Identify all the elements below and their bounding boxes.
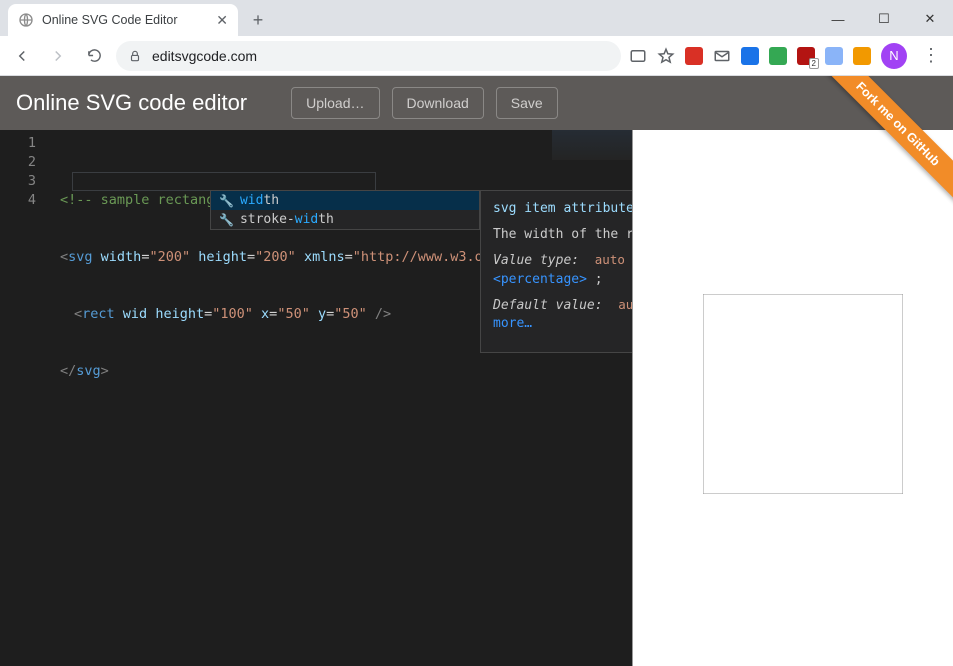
extension-icon[interactable] xyxy=(685,47,703,65)
app-title: Online SVG code editor xyxy=(16,90,247,116)
tab-title: Online SVG Code Editor xyxy=(42,13,178,27)
window-maximize-button[interactable]: ☐ xyxy=(861,2,907,36)
arrow-left-icon xyxy=(13,47,31,65)
code-line: <rect wid height="100" x="50" y="50" /> xyxy=(60,305,552,324)
line-gutter: 1 2 3 4 xyxy=(0,130,50,210)
line-number: 4 xyxy=(0,191,36,210)
code-area[interactable]: <!-- sample rectangle --> <svg width="20… xyxy=(60,134,552,419)
wrench-icon: 🔧 xyxy=(219,194,234,208)
line-number: 3 xyxy=(0,172,36,191)
extension-icon[interactable]: 2 xyxy=(797,47,815,65)
cast-icon[interactable] xyxy=(629,47,647,65)
extension-icon[interactable] xyxy=(825,47,843,65)
browser-titlebar: Online SVG Code Editor ✕ + — ☐ ✕ xyxy=(0,0,953,36)
nav-back-button[interactable] xyxy=(8,42,36,70)
tab-close-icon[interactable]: ✕ xyxy=(216,13,228,27)
line-number: 2 xyxy=(0,153,36,172)
svg-preview-pane xyxy=(632,130,953,666)
lock-icon xyxy=(128,49,142,63)
nav-forward-button[interactable] xyxy=(44,42,72,70)
star-icon[interactable] xyxy=(657,47,675,65)
arrow-right-icon xyxy=(49,47,67,65)
window-minimize-button[interactable]: — xyxy=(815,2,861,36)
browser-tab[interactable]: Online SVG Code Editor ✕ xyxy=(8,4,238,36)
code-editor[interactable]: 1 2 3 4 <!-- sample rectangle --> <svg w… xyxy=(0,130,632,666)
nav-reload-button[interactable] xyxy=(80,42,108,70)
autocomplete-item[interactable]: 🔧 stroke-width xyxy=(211,210,479,229)
globe-icon xyxy=(18,12,34,28)
reload-icon xyxy=(86,47,103,64)
current-line-highlight xyxy=(72,172,376,191)
code-line: </svg> xyxy=(60,362,552,381)
autocomplete-item[interactable]: 🔧 width xyxy=(211,191,479,210)
app-root: Online SVG code editor Upload… Download … xyxy=(0,76,953,666)
extension-icon[interactable] xyxy=(853,47,871,65)
upload-button[interactable]: Upload… xyxy=(291,87,379,119)
extension-icon[interactable] xyxy=(769,47,787,65)
window-controls: — ☐ ✕ xyxy=(815,2,953,36)
new-tab-button[interactable]: + xyxy=(244,6,272,34)
wrench-icon: 🔧 xyxy=(219,213,234,227)
code-line: <svg width="200" height="200" xmlns="htt… xyxy=(60,248,552,267)
autocomplete-popup[interactable]: 🔧 width 🔧 stroke-width xyxy=(210,190,480,230)
browser-menu-button[interactable]: ⋮ xyxy=(917,42,945,70)
main-split: 1 2 3 4 <!-- sample rectangle --> <svg w… xyxy=(0,130,953,666)
browser-toolbar: editsvgcode.com 2 N ⋮ xyxy=(0,36,953,76)
toolbar-icons: 2 N ⋮ xyxy=(629,42,945,70)
profile-avatar[interactable]: N xyxy=(881,43,907,69)
doc-more-link[interactable]: more… xyxy=(493,316,532,331)
mail-icon[interactable] xyxy=(713,47,731,65)
line-number: 1 xyxy=(0,134,36,153)
editor-minimap[interactable] xyxy=(552,130,632,160)
window-close-button[interactable]: ✕ xyxy=(907,2,953,36)
save-button[interactable]: Save xyxy=(496,87,558,119)
app-header: Online SVG code editor Upload… Download … xyxy=(0,76,953,130)
address-bar[interactable]: editsvgcode.com xyxy=(116,41,621,71)
svg-preview xyxy=(703,294,903,494)
download-button[interactable]: Download xyxy=(392,87,484,119)
url-text: editsvgcode.com xyxy=(152,48,257,64)
extension-icon[interactable] xyxy=(741,47,759,65)
